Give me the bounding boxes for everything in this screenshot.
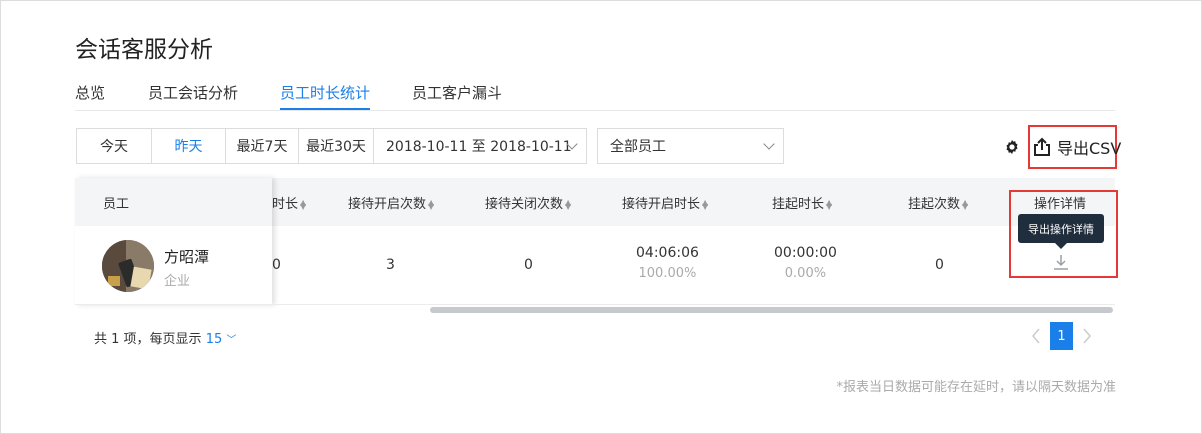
tooltip-arrow <box>1055 243 1067 249</box>
date-yesterday-button[interactable]: 昨天 <box>151 128 226 164</box>
page-1-button[interactable]: 1 <box>1050 322 1073 350</box>
avatar <box>102 240 154 292</box>
column-header-open-duration[interactable]: 接待开启时长 ▲ ▼ <box>622 193 708 212</box>
tab-employee-funnel[interactable]: 员工客户漏斗 <box>412 82 502 108</box>
sort-icon: ▲ ▼ <box>565 197 572 211</box>
sort-icon: ▲ ▼ <box>962 197 969 211</box>
date-range-picker[interactable]: 2018-10-11 至 2018-10-11 <box>373 128 587 164</box>
date-30days-button[interactable]: 最近30天 <box>298 128 374 164</box>
sort-icon: ▲ ▼ <box>826 197 833 211</box>
employee-select-value: 全部员工 <box>610 139 666 155</box>
cell-open-duration: 04:06:06 100.00% <box>636 245 699 281</box>
page-title: 会话客服分析 <box>75 37 213 63</box>
download-icon[interactable] <box>1052 253 1070 271</box>
employee-name: 方昭潭 <box>164 248 210 266</box>
horizontal-scrollbar[interactable] <box>430 307 1113 313</box>
cell-close-count: 0 <box>524 257 533 273</box>
tab-overview[interactable]: 总览 <box>75 82 105 108</box>
cell-hold-count: 0 <box>935 257 944 273</box>
column-header-employee: 员工 <box>103 197 130 212</box>
page-size-select[interactable]: 15 ﹀ <box>206 332 237 347</box>
fixed-employee-column: 员工 方昭潭 企业 <box>75 178 272 305</box>
column-header-partial[interactable]: 时长 ▲ ▼ <box>272 193 306 212</box>
column-header-hold-count[interactable]: 挂起次数 ▲ ▼ <box>908 193 968 212</box>
next-page-icon[interactable] <box>1082 327 1092 345</box>
employee-select[interactable]: 全部员工 <box>597 128 784 164</box>
pagination-summary: 共 1 项，每页显示 15 ﹀ <box>94 332 237 347</box>
prev-page-icon[interactable] <box>1031 327 1041 345</box>
export-detail-tooltip: 导出操作详情 <box>1018 214 1104 243</box>
sort-icon: ▲ ▼ <box>300 197 307 211</box>
column-header-hold-duration[interactable]: 挂起时长 ▲ ▼ <box>772 193 832 212</box>
sort-icon: ▲ ▼ <box>428 197 435 211</box>
fixed-column-header: 员工 <box>75 178 272 226</box>
tab-employee-duration[interactable]: 员工时长统计 <box>280 82 371 110</box>
export-csv-label: 导出CSV <box>1057 139 1122 158</box>
export-icon <box>1034 137 1050 156</box>
cell-open-count: 3 <box>386 257 395 273</box>
date-today-button[interactable]: 今天 <box>76 128 152 164</box>
column-header-close-count[interactable]: 接待关闭次数 ▲ ▼ <box>485 193 571 212</box>
date-range-value: 2018-10-11 至 2018-10-11 <box>386 139 572 155</box>
chevron-down-icon <box>763 138 775 150</box>
date-7days-button[interactable]: 最近7天 <box>225 128 299 164</box>
employee-type: 企业 <box>164 274 191 289</box>
tab-bar: 总览 员工会话分析 员工时长统计 员工客户漏斗 <box>75 82 1115 111</box>
sort-icon: ▲ ▼ <box>702 197 709 211</box>
gear-icon[interactable] <box>1003 138 1021 156</box>
export-csv-button[interactable]: 导出CSV <box>1033 135 1121 159</box>
tab-employee-session[interactable]: 员工会话分析 <box>148 82 238 108</box>
row-divider <box>75 304 1115 305</box>
cell-partial: 0 <box>272 257 281 273</box>
data-delay-note: *报表当日数据可能存在延时，请以隔天数据为准 <box>836 380 1116 395</box>
cell-hold-duration: 00:00:00 0.00% <box>774 245 837 281</box>
column-header-open-count[interactable]: 接待开启次数 ▲ ▼ <box>348 193 434 212</box>
